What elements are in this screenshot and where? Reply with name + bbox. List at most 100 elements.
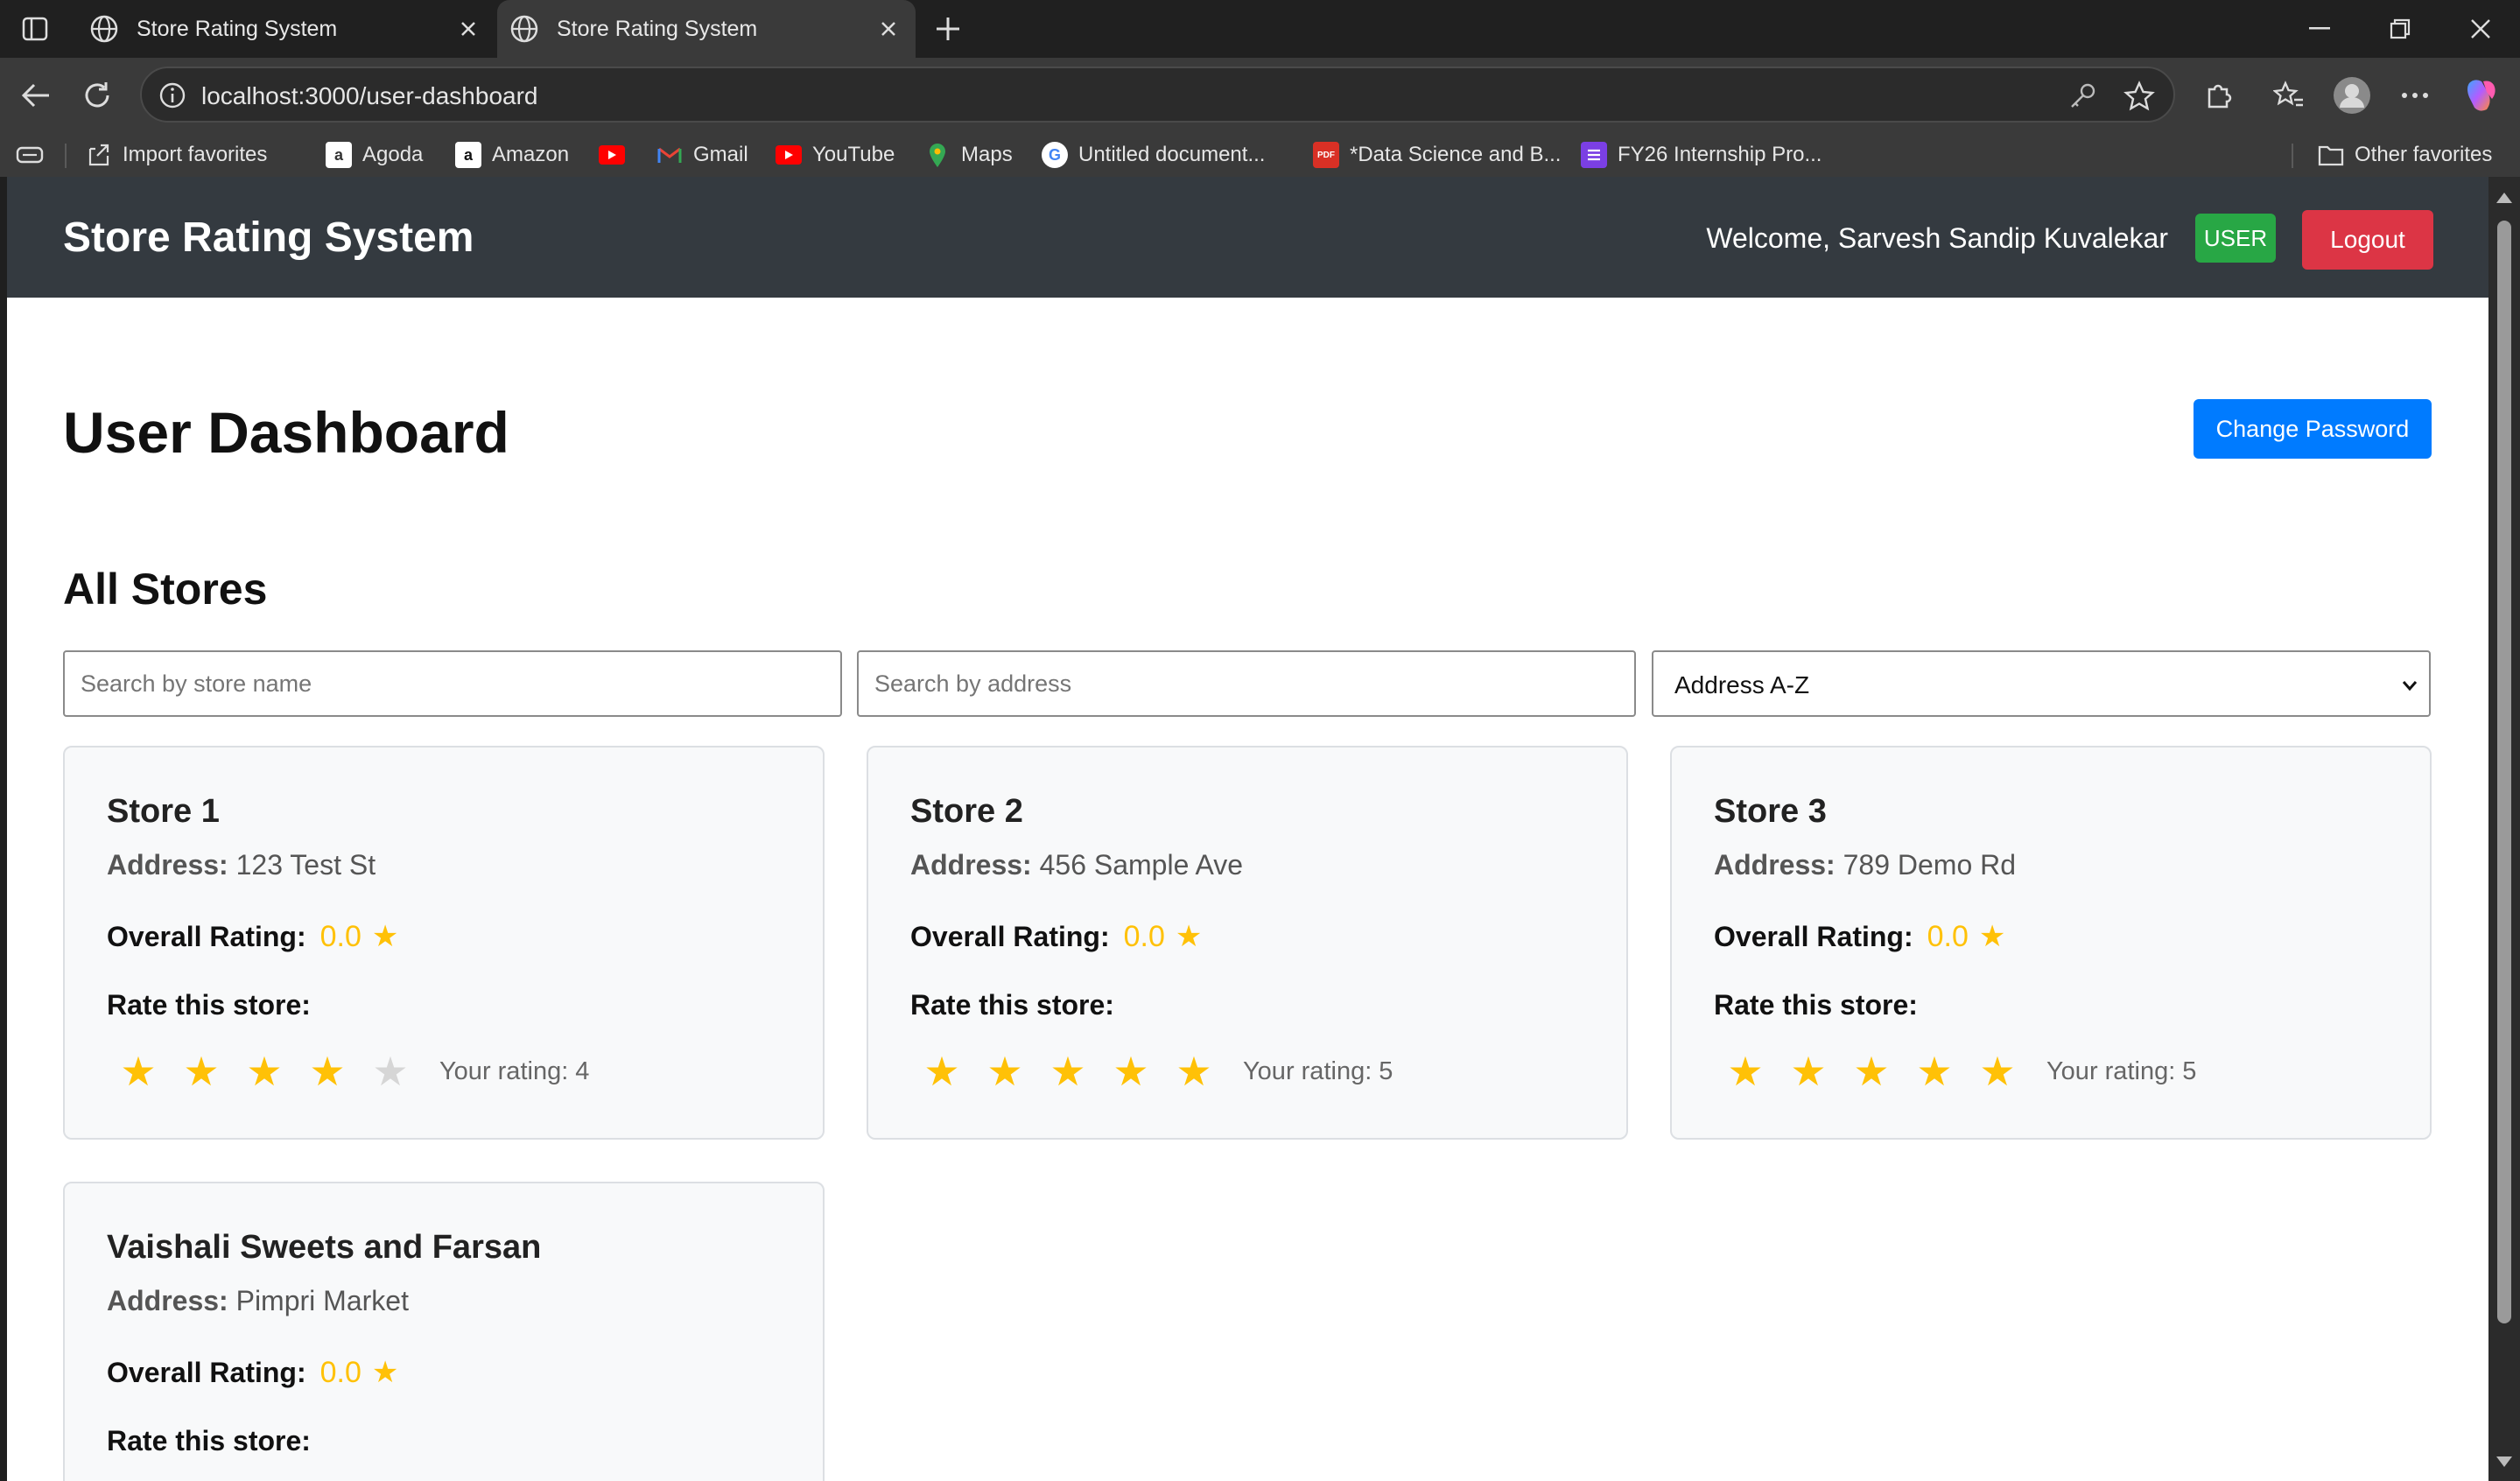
new-tab-icon[interactable] xyxy=(930,11,966,47)
star-rating-input: ★ ★ ★ ★ ★ Your rating: 4 xyxy=(107,1047,589,1096)
folder-icon xyxy=(2318,142,2344,168)
rate-store-label: Rate this store: xyxy=(910,989,1114,1021)
rating-star-1[interactable]: ★ xyxy=(1714,1047,1777,1096)
app-title: Store Rating System xyxy=(63,214,474,261)
bookmark-youtube[interactable]: YouTube xyxy=(776,140,895,170)
overall-rating: Overall Rating: 0.0 ★ xyxy=(1714,919,2006,954)
bookmark-import-favorites[interactable]: Import favorites xyxy=(86,140,267,170)
bookmark-agoda[interactable]: a Agoda xyxy=(326,140,423,170)
star-icon: ★ xyxy=(1978,920,2006,953)
globe-icon xyxy=(90,15,118,43)
bookmark-fy26-internship[interactable]: FY26 Internship Pro... xyxy=(1581,140,1822,170)
role-badge: USER xyxy=(2195,214,2276,263)
store-name: Store 2 xyxy=(910,793,1023,830)
rate-store-label: Rate this store: xyxy=(107,989,311,1021)
star-icon: ★ xyxy=(371,920,399,953)
browser-tab-bar: Store Rating System Store Rating System xyxy=(0,0,2520,58)
maps-pin-icon xyxy=(924,142,951,168)
bookmark-gmail[interactable]: Gmail xyxy=(656,140,748,170)
rating-star-2[interactable]: ★ xyxy=(1777,1047,1840,1096)
rating-star-3[interactable]: ★ xyxy=(233,1047,296,1096)
bookmark-maps[interactable]: Maps xyxy=(924,140,1013,170)
star-icon: ★ xyxy=(1175,920,1203,953)
tab-title: Store Rating System xyxy=(137,16,338,41)
store-name: Store 1 xyxy=(107,793,220,830)
profile-avatar-icon[interactable] xyxy=(2332,75,2372,116)
back-arrow-icon[interactable] xyxy=(16,75,56,116)
rating-star-2[interactable]: ★ xyxy=(170,1047,233,1096)
rating-star-5[interactable]: ★ xyxy=(1162,1047,1225,1096)
logout-button[interactable]: Logout xyxy=(2302,210,2433,270)
browser-toolbar: localhost:3000/user-dashboard xyxy=(0,58,2520,133)
overall-rating-value: 0.0 xyxy=(319,919,362,953)
address-search-input[interactable] xyxy=(857,650,1636,717)
store-address: Address: 123 Test St xyxy=(107,849,376,881)
extensions-icon[interactable] xyxy=(2199,75,2239,116)
welcome-text: Welcome, Sarvesh Sandip Kuvalekar xyxy=(1706,222,2168,254)
rating-star-5[interactable]: ★ xyxy=(359,1047,422,1096)
app-navbar: Store Rating System Welcome, Sarvesh San… xyxy=(7,177,2488,298)
address-bar[interactable]: localhost:3000/user-dashboard xyxy=(140,67,2175,123)
bookmark-untitled-document[interactable]: G Untitled document... xyxy=(1042,140,1265,170)
close-tab-icon[interactable] xyxy=(453,14,483,44)
star-rating-input: ★ ★ ★ ★ ★ Your rating: 5 xyxy=(910,1047,1393,1096)
rating-star-4[interactable]: ★ xyxy=(296,1047,359,1096)
agoda-icon: a xyxy=(326,142,352,168)
chevron-down-icon xyxy=(2402,681,2418,691)
bookmark-youtube-icon-only[interactable] xyxy=(599,140,635,170)
browser-tab-1[interactable]: Store Rating System xyxy=(77,0,495,58)
reload-icon[interactable] xyxy=(77,75,117,116)
star-rating-input: ★ ★ ★ ★ ★ Your rating: 5 xyxy=(1714,1047,2196,1096)
page-scrollbar[interactable] xyxy=(2488,177,2520,1481)
restore-icon[interactable] xyxy=(2374,9,2426,49)
rating-star-5[interactable]: ★ xyxy=(1966,1047,2029,1096)
minimize-icon[interactable] xyxy=(2293,9,2346,49)
rating-star-4[interactable]: ★ xyxy=(1099,1047,1162,1096)
store-card: Store 2 Address: 456 Sample Ave Overall … xyxy=(867,746,1628,1140)
your-rating-text: Your rating: 4 xyxy=(439,1056,590,1085)
overall-rating-value: 0.0 xyxy=(319,1355,362,1389)
store-address: Address: 456 Sample Ave xyxy=(910,849,1244,881)
rating-star-2[interactable]: ★ xyxy=(973,1047,1036,1096)
bookmark-other-favorites[interactable]: Other favorites xyxy=(2318,140,2492,170)
store-card: Vaishali Sweets and Farsan Address: Pimp… xyxy=(63,1182,825,1481)
rating-star-1[interactable]: ★ xyxy=(107,1047,170,1096)
rating-star-3[interactable]: ★ xyxy=(1840,1047,1903,1096)
your-rating-text: Your rating: 5 xyxy=(2046,1056,2197,1085)
pdf-icon: PDF xyxy=(1313,142,1339,168)
overall-rating-value: 0.0 xyxy=(1123,919,1165,953)
rating-star-4[interactable]: ★ xyxy=(1903,1047,1966,1096)
tab-title: Store Rating System xyxy=(557,16,758,41)
bookmark-amazon[interactable]: a Amazon xyxy=(455,140,569,170)
browser-tab-2-active[interactable]: Store Rating System xyxy=(497,0,916,58)
scroll-up-arrow-icon[interactable] xyxy=(2496,193,2512,203)
bookmarks-bar: Import favorites a Agoda a Amazon Gmail Yo… xyxy=(0,133,2520,177)
favorites-list-icon[interactable] xyxy=(2269,75,2309,116)
tab-actions-icon[interactable] xyxy=(16,12,54,46)
site-info-icon[interactable] xyxy=(158,81,187,110)
bookmark-data-science[interactable]: PDF *Data Science and B... xyxy=(1313,140,1561,170)
password-key-icon[interactable] xyxy=(2067,81,2099,112)
rate-store-label: Rate this store: xyxy=(1714,989,1918,1021)
page-viewport: Store Rating System Welcome, Sarvesh San… xyxy=(7,177,2488,1481)
store-address: Address: 789 Demo Rd xyxy=(1714,849,2017,881)
youtube-icon xyxy=(599,145,625,165)
globe-icon xyxy=(510,15,538,43)
store-name: Vaishali Sweets and Farsan xyxy=(107,1229,542,1266)
store-name-search-input[interactable] xyxy=(63,650,842,717)
more-options-icon[interactable] xyxy=(2395,75,2435,116)
close-tab-icon[interactable] xyxy=(874,14,903,44)
copilot-icon[interactable] xyxy=(2461,75,2502,116)
your-rating-text: Your rating: 5 xyxy=(1243,1056,1393,1085)
rating-star-1[interactable]: ★ xyxy=(910,1047,973,1096)
scroll-down-arrow-icon[interactable] xyxy=(2496,1456,2512,1467)
import-icon xyxy=(86,142,112,168)
sort-select[interactable]: Address A-Z xyxy=(1652,650,2431,717)
scroll-thumb[interactable] xyxy=(2497,221,2511,1323)
close-window-icon[interactable] xyxy=(2454,9,2507,49)
collections-icon[interactable] xyxy=(16,140,44,170)
rating-star-3[interactable]: ★ xyxy=(1036,1047,1099,1096)
change-password-button[interactable]: Change Password xyxy=(2194,399,2432,459)
list-form-icon xyxy=(1581,142,1607,168)
favorite-star-icon[interactable] xyxy=(2123,81,2155,112)
